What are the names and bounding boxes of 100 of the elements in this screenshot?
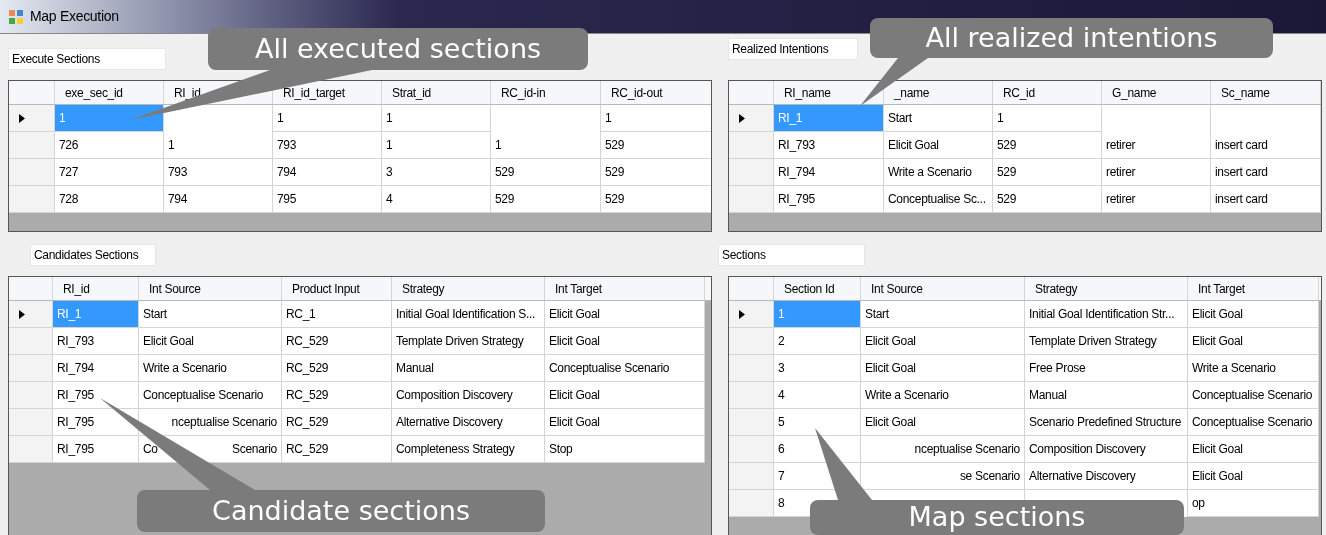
- cell-text: Scenario: [232, 441, 277, 458]
- table-cell: Elicit Goal: [545, 382, 705, 409]
- section-label: Sections: [718, 244, 865, 266]
- table-cell: 1: [273, 105, 382, 132]
- table-cell: Elicit Goal: [139, 328, 282, 355]
- section-label: Realized Intentions: [728, 38, 858, 60]
- current-row-icon: [19, 309, 25, 319]
- table-cell: retirer: [1102, 186, 1211, 213]
- table-cell: RI_793: [53, 328, 139, 355]
- table-cell: 3: [774, 355, 861, 382]
- table-cell: Manual: [392, 355, 545, 382]
- column-header[interactable]: Int Source: [139, 277, 282, 300]
- table-cell: Start: [861, 301, 1025, 328]
- column-header[interactable]: Int Target: [1188, 277, 1319, 300]
- table-cell: Elicit Goal: [545, 409, 705, 436]
- table-cell: Elicit Goal: [884, 132, 993, 159]
- table-cell: 529: [993, 159, 1102, 186]
- table-cell: Initial Goal Identification S...: [392, 301, 545, 328]
- row-header[interactable]: [729, 105, 774, 132]
- table-cell: 1: [774, 301, 861, 328]
- callout-label: Candidate sections: [212, 493, 470, 528]
- table-cell: op: [1188, 490, 1319, 517]
- table-cell: RI_1: [53, 301, 139, 328]
- table-cell: insert card: [1211, 132, 1321, 159]
- table-cell: Composition Discovery: [1025, 436, 1188, 463]
- table-cell: RI_1: [774, 105, 884, 132]
- table-cell: RC_529: [282, 409, 392, 436]
- table-cell: Alternative Discovery: [1025, 463, 1188, 490]
- column-header[interactable]: RC_id-in: [491, 81, 601, 104]
- table-cell: 726: [55, 132, 164, 159]
- table-cell: 1: [164, 132, 273, 159]
- cell-text: nceptualise Scenario: [914, 441, 1020, 458]
- table-cell: 1: [993, 105, 1102, 132]
- column-header[interactable]: Sc_name: [1211, 81, 1321, 104]
- table-cell: 2: [774, 328, 861, 355]
- cell-text: Co: [143, 441, 158, 458]
- table-cell: Conceptualise Scenario: [545, 355, 705, 382]
- table-cell: retirer: [1102, 159, 1211, 186]
- table-cell: Write a Scenario: [139, 355, 282, 382]
- column-header[interactable]: Product Input: [282, 277, 392, 300]
- table-cell: Elicit Goal: [545, 328, 705, 355]
- current-row-icon: [739, 113, 745, 123]
- table-cell: Stop: [545, 436, 705, 463]
- table-cell: RC_529: [282, 355, 392, 382]
- table-cell: Elicit Goal: [1188, 463, 1319, 490]
- table-cell: Manual: [1025, 382, 1188, 409]
- table-cell: Elicit Goal: [1188, 328, 1319, 355]
- table-cell: Free Prose: [1025, 355, 1188, 382]
- table-cell: 727: [55, 159, 164, 186]
- table-cell: 793: [164, 159, 273, 186]
- column-header[interactable]: Int Target: [545, 277, 705, 300]
- table-cell: 728: [55, 186, 164, 213]
- column-header[interactable]: Int Source: [861, 277, 1025, 300]
- table-cell: Elicit Goal: [1188, 436, 1319, 463]
- table-cell: Write a Scenario: [884, 159, 993, 186]
- cell-text: se Scenario: [959, 468, 1020, 485]
- table-cell: RI_793: [774, 132, 884, 159]
- table-cell: 3: [382, 159, 491, 186]
- table-cell: Write a Scenario: [861, 382, 1025, 409]
- table-cell: Scenario Predefined Structure: [1025, 409, 1188, 436]
- table-cell: Template Driven Strategy: [392, 328, 545, 355]
- table-cell: RC_529: [282, 382, 392, 409]
- column-header[interactable]: Strategy: [392, 277, 545, 300]
- current-row-icon: [19, 113, 25, 123]
- table-cell: Elicit Goal: [861, 355, 1025, 382]
- callout-label: Map sections: [908, 500, 1086, 535]
- table-cell: RC_529: [282, 328, 392, 355]
- table-cell: Initial Goal Identification Str...: [1025, 301, 1188, 328]
- table-cell: 794: [273, 159, 382, 186]
- table-cell: Composition Discovery: [392, 382, 545, 409]
- table-cell: Conceptualise Sc...: [884, 186, 993, 213]
- table-cell: 529: [993, 186, 1102, 213]
- table-cell: insert card: [1211, 186, 1321, 213]
- cell-text: nceptualise Scenario: [171, 414, 277, 431]
- table-cell: Alternative Discovery: [392, 409, 545, 436]
- column-header[interactable]: Strategy: [1025, 277, 1188, 300]
- column-header[interactable]: G_name: [1102, 81, 1211, 104]
- table-cell: 794: [164, 186, 273, 213]
- table-cell: 529: [491, 159, 601, 186]
- column-header[interactable]: exe_sec_id: [55, 81, 164, 104]
- table-cell: 529: [993, 132, 1102, 159]
- table-cell: RC_529: [282, 436, 392, 463]
- table-cell: RC_1: [282, 301, 392, 328]
- row-header[interactable]: [9, 301, 53, 328]
- column-header[interactable]: RI_id: [53, 277, 139, 300]
- table-cell: Start: [139, 301, 282, 328]
- table-cell: retirer: [1102, 132, 1211, 159]
- table-cell: 4: [774, 382, 861, 409]
- table-cell: 5: [774, 409, 861, 436]
- table-cell: RI_794: [774, 159, 884, 186]
- column-header[interactable]: Section Id: [774, 277, 861, 300]
- table-cell: Elicit Goal: [861, 328, 1025, 355]
- callout-label: All realized intentions: [925, 20, 1218, 55]
- column-header[interactable]: RC_id: [993, 81, 1102, 104]
- table-cell: Conceptualise Scenario: [1188, 409, 1319, 436]
- row-header[interactable]: [9, 105, 55, 132]
- column-header[interactable]: Strat_id: [382, 81, 491, 104]
- table-cell: 1: [55, 105, 164, 132]
- row-header[interactable]: [729, 301, 774, 328]
- column-header[interactable]: RC_id-out: [601, 81, 711, 104]
